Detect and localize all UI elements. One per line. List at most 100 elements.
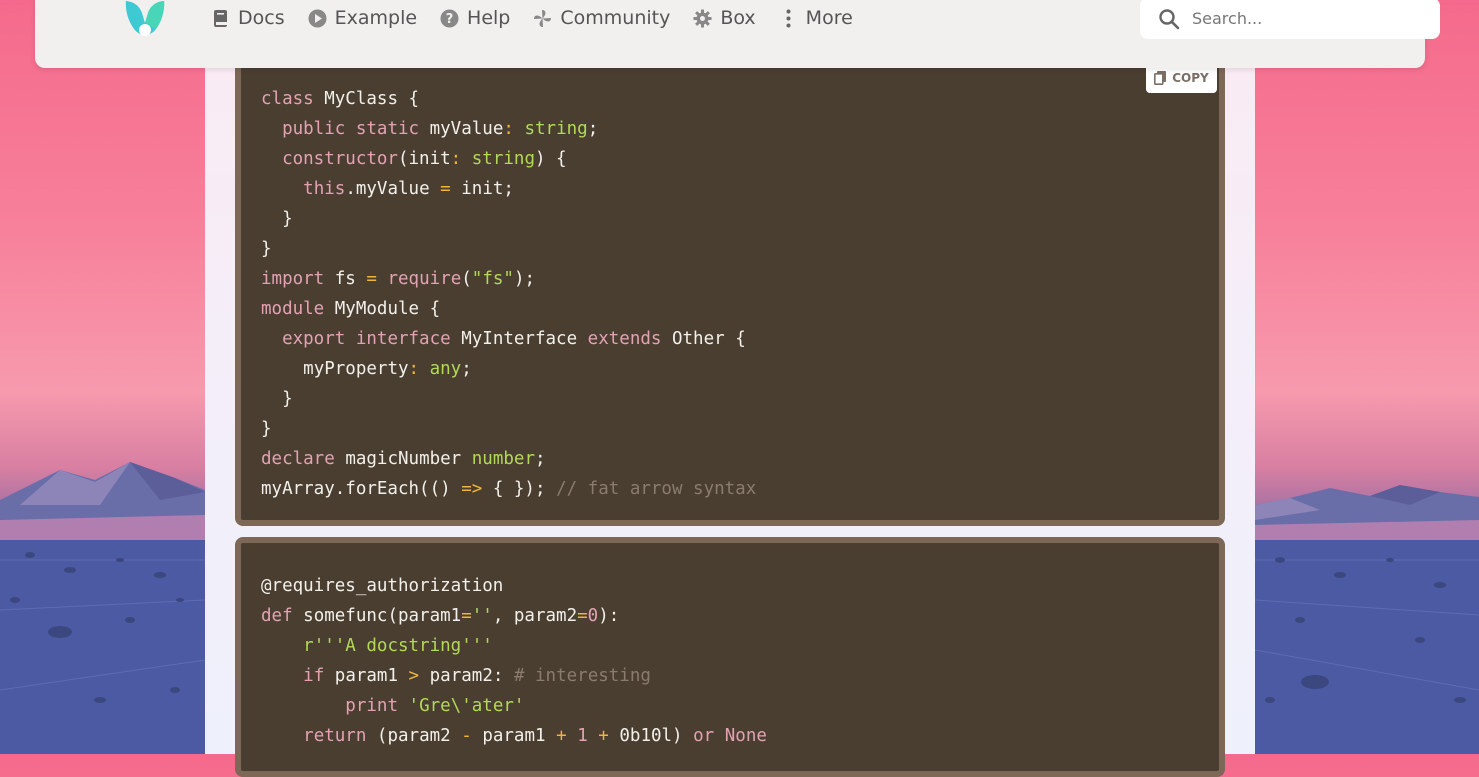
code-comment: // fat arrow syntax [556, 479, 757, 499]
code-token: param2: [429, 666, 504, 686]
code-token: interface [355, 329, 451, 349]
play-circle-icon [308, 9, 327, 28]
code-token: : [503, 119, 514, 139]
code-token: "fs" [471, 269, 514, 289]
code-token: module [261, 299, 325, 319]
code-token: ; [534, 449, 546, 469]
nav-item-label: Box [720, 7, 756, 29]
code-token: MyModule { [334, 299, 441, 319]
code-token: = [440, 179, 451, 199]
code-token: 0b10l) [619, 726, 683, 746]
code-token: def [261, 606, 293, 626]
code-token: , param2 [492, 606, 578, 626]
code-token: somefunc(param1 [303, 606, 462, 626]
community-icon [533, 9, 552, 28]
code-token: MyClass [324, 89, 398, 109]
nav-item-label: Example [334, 7, 418, 29]
code-token: static [355, 119, 420, 139]
code-content: class MyClass { public static myValue: s… [261, 84, 756, 504]
nav-item-label: More [805, 7, 853, 29]
code-token: fs [334, 269, 356, 289]
logo-icon[interactable] [122, 0, 168, 41]
code-token: : [408, 359, 420, 379]
code-comment: # interesting [513, 666, 651, 686]
code-token: => [461, 479, 483, 499]
top-navbar: Docs Example ? Help Community Box More S… [35, 0, 1440, 68]
code-token: + [556, 726, 567, 746]
code-token: magicNumber [345, 449, 462, 469]
code-token: : [450, 149, 462, 169]
code-token: .myValue [345, 179, 430, 199]
code-token: print [345, 696, 398, 716]
code-token: } [282, 389, 293, 409]
code-token: - [461, 726, 472, 746]
code-token: } [261, 419, 272, 439]
nav-item-community[interactable]: Community [533, 7, 670, 29]
code-token: r'''A docstring''' [303, 636, 493, 656]
code-token: 'Gre\'ater' [408, 696, 525, 716]
nav-item-example[interactable]: Example [308, 7, 417, 29]
code-token: public [282, 119, 346, 139]
code-content: @requires_authorization def somefunc(par… [261, 571, 767, 751]
code-token: 1 [577, 726, 588, 746]
code-token: = [461, 606, 472, 626]
code-token: = [577, 606, 588, 626]
nav-item-label: Docs [238, 7, 285, 29]
code-token: } [261, 239, 272, 259]
code-token: ( [461, 269, 472, 289]
search-icon [1158, 8, 1180, 30]
code-token: param1 [482, 726, 546, 746]
code-token: require [387, 269, 462, 289]
more-vertical-icon [779, 9, 798, 28]
nav-item-docs[interactable]: Docs [211, 7, 285, 29]
code-token: ; [587, 119, 599, 139]
code-block-typescript: class MyClass { public static myValue: s… [235, 60, 1225, 526]
code-token: + [598, 726, 609, 746]
code-token: = [366, 269, 377, 289]
code-token: '' [471, 606, 493, 626]
code-token: Other { [671, 329, 746, 349]
code-token: None [724, 726, 767, 746]
code-token: any [429, 359, 462, 379]
nav-menu: Docs Example ? Help Community Box More [211, 7, 876, 29]
code-token: ); [513, 269, 536, 289]
nav-item-box[interactable]: Box [693, 7, 756, 29]
code-token: { }); [492, 479, 546, 499]
code-token: ) { [534, 149, 567, 169]
search-box[interactable] [1140, 0, 1440, 39]
code-token: init; [461, 179, 514, 199]
code-token: 0 [587, 606, 599, 626]
code-token: myValue [429, 119, 504, 139]
code-block-python: @requires_authorization def somefunc(par… [235, 537, 1225, 777]
copy-button-label: COPY [1172, 71, 1209, 85]
help-circle-icon: ? [440, 9, 459, 28]
code-token: myProperty [303, 359, 409, 379]
nav-item-label: Community [560, 7, 671, 29]
code-token: export [282, 329, 346, 349]
svg-text:?: ? [446, 12, 454, 27]
book-icon [211, 9, 230, 28]
code-token: string [524, 119, 588, 139]
code-token: number [471, 449, 535, 469]
code-token: myArray.forEach(() [261, 479, 451, 499]
code-token: param1 [334, 666, 398, 686]
code-token: > [408, 666, 420, 686]
code-token: or [693, 726, 715, 746]
code-token: constructor [282, 149, 398, 169]
code-token: extends [587, 329, 662, 349]
code-token: declare [261, 449, 335, 469]
search-input[interactable] [1190, 8, 1424, 29]
code-token: @requires_authorization [261, 576, 504, 596]
code-token: this [303, 179, 346, 199]
code-token: ; [461, 359, 472, 379]
code-token: class [261, 89, 314, 109]
code-token: ): [598, 606, 620, 626]
nav-item-more[interactable]: More [779, 7, 853, 29]
code-token: return [303, 726, 367, 746]
code-token: (init [397, 149, 451, 169]
code-token: } [282, 209, 293, 229]
code-token: (param2 [376, 726, 451, 746]
code-token: import [261, 269, 325, 289]
nav-item-help[interactable]: ? Help [440, 7, 510, 29]
code-token: if [303, 666, 325, 686]
